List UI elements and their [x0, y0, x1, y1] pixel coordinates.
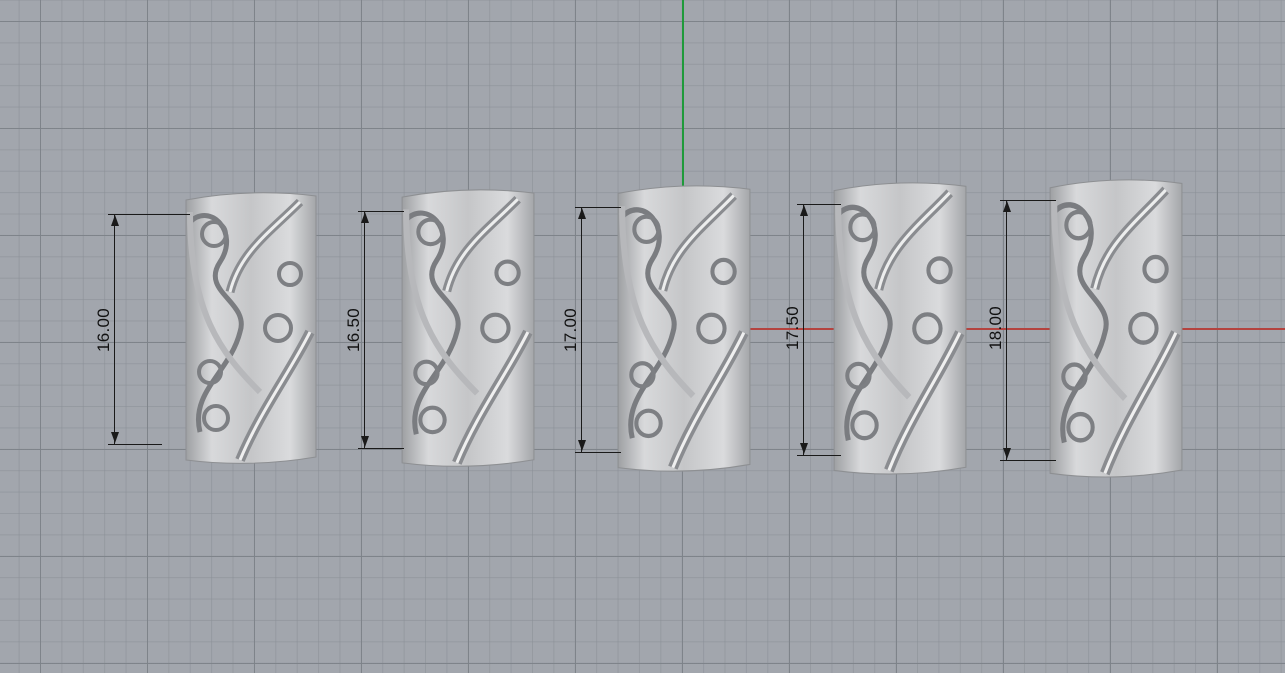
dimension-extension-bottom	[108, 444, 162, 445]
ring-model-18-shape	[1049, 179, 1183, 478]
ring-model-17-shape	[617, 185, 751, 472]
dimension-label: 16.50	[344, 307, 363, 353]
dimension-line	[581, 207, 582, 452]
arrow-up-icon	[800, 205, 808, 216]
dimension-extension-bottom	[575, 452, 621, 453]
ring-model-16-5[interactable]	[396, 189, 538, 470]
y-axis-line	[682, 0, 684, 186]
ring-model-16[interactable]	[180, 192, 320, 467]
arrow-down-icon	[800, 443, 808, 454]
arrow-up-icon	[1003, 201, 1011, 212]
arrow-up-icon	[578, 208, 586, 219]
dimension-label: 17.00	[561, 307, 580, 353]
x-axis-line	[684, 328, 1285, 330]
arrow-up-icon	[361, 212, 369, 223]
dimension-line	[1006, 200, 1007, 460]
viewport-canvas[interactable]: 16.00 16.50 17.00 17.50 18.00	[0, 0, 1285, 673]
ring-model-16-5-shape	[401, 189, 535, 467]
dimension-line	[114, 214, 115, 444]
dimension-extension-bottom	[358, 448, 404, 449]
dimension-extension-top	[108, 214, 190, 215]
dimension-line	[803, 204, 804, 455]
dimension-extension-bottom	[1000, 460, 1056, 461]
arrow-down-icon	[111, 432, 119, 443]
ring-model-18[interactable]	[1044, 179, 1186, 481]
dimension-label: 16.00	[94, 307, 113, 353]
dimension-label: 18.00	[986, 305, 1005, 351]
ring-model-17-5-shape	[833, 182, 967, 475]
dimension-label: 17.50	[783, 305, 802, 351]
arrow-down-icon	[578, 440, 586, 451]
ring-model-16-shape	[185, 192, 317, 464]
arrow-down-icon	[361, 436, 369, 447]
ring-model-17[interactable]	[612, 185, 754, 475]
dimension-line	[364, 211, 365, 448]
arrow-down-icon	[1003, 448, 1011, 459]
arrow-up-icon	[111, 215, 119, 226]
dimension-extension-bottom	[797, 455, 841, 456]
ring-model-17-5[interactable]	[828, 182, 970, 478]
